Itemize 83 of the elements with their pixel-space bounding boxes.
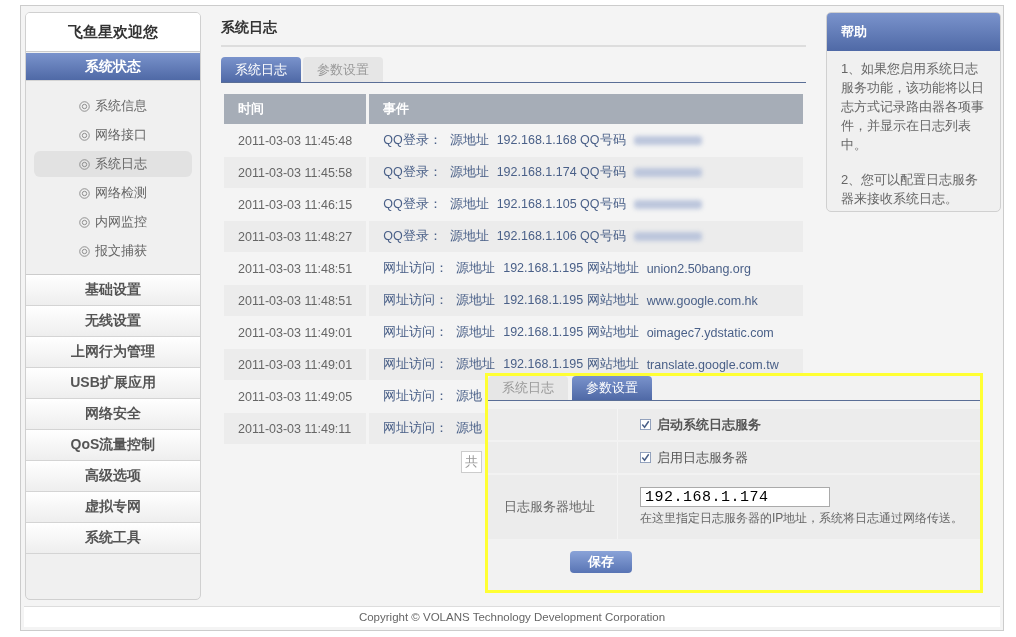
source-label: 源地址 [449, 196, 489, 213]
event-type: QQ登录： [383, 132, 442, 149]
save-button[interactable]: 保存 [570, 551, 632, 573]
table-cell: 2011-03-03 11:45:58 [224, 157, 367, 188]
table-cell-text: 2011-03-03 11:45:48 [237, 132, 354, 150]
menu-section[interactable]: 系统状态 [26, 53, 200, 81]
menu-section[interactable]: USB扩展应用 [26, 368, 200, 399]
tab[interactable]: 系统日志 [221, 57, 301, 82]
menu-section[interactable]: 基础设置 [26, 275, 200, 306]
site-address: union2.50bang.org [646, 261, 751, 276]
menu-section[interactable]: 网络安全 [26, 399, 200, 430]
menu-item[interactable]: 报文捕获 [34, 238, 192, 264]
source-label: 源地址 [449, 228, 489, 245]
hint-text: 在这里指定日志服务器的IP地址，系统将日志通过网络传送。 [640, 510, 965, 527]
checkbox-label: 启动系统日志服务 [657, 415, 761, 434]
field-label: 日志服务器地址 [504, 498, 595, 516]
welcome-title: 飞鱼星欢迎您 [26, 13, 200, 52]
event-type: 网址访问： [383, 420, 449, 437]
menu-section[interactable]: 虚拟专网 [26, 492, 200, 523]
source-label: 源地 [456, 420, 483, 437]
source-label: 源地址 [449, 132, 489, 149]
tab[interactable]: 参数设置 [572, 376, 652, 400]
event-type: QQ登录： [383, 196, 442, 213]
circle-icon [79, 158, 90, 170]
page-title: 系统日志 [221, 12, 806, 47]
checkbox[interactable] [640, 419, 651, 430]
event-type: 网址访问： [383, 356, 449, 373]
menu-item[interactable]: 系统日志 [34, 151, 192, 177]
site-address: www.google.com.hk [646, 293, 758, 308]
event-detail: 192.168.1.195 网站地址 [503, 324, 639, 341]
event-detail: 192.168.1.105 QQ号码 [496, 196, 626, 213]
table-cell-text: 2011-03-03 11:48:51 [237, 260, 354, 278]
event-detail: 192.168.1.168 QQ号码 [496, 132, 626, 149]
event-type: 网址访问： [383, 388, 449, 405]
menu-section[interactable]: 高级选项 [26, 461, 200, 492]
menu-section[interactable]: QoS流量控制 [26, 430, 200, 461]
site-address: oimagec7.ydstatic.com [646, 325, 774, 340]
checkbox-label: 启用日志服务器 [657, 448, 748, 467]
circle-icon [79, 187, 90, 199]
table-cell: 2011-03-03 11:49:01 [224, 349, 367, 380]
menu-section[interactable]: 上网行为管理 [26, 337, 200, 368]
input-field[interactable]: 192.168.1.174 [640, 487, 830, 507]
table-cell: 2011-03-03 11:48:27 [224, 221, 367, 252]
source-label: 源地址 [456, 292, 496, 309]
column-header: 时间 [224, 94, 367, 124]
checkbox[interactable] [640, 452, 651, 463]
circle-icon [79, 245, 90, 257]
circle-icon [79, 129, 90, 141]
event-type: QQ登录： [383, 164, 442, 181]
pager-text: 共 [461, 451, 482, 473]
menu-item[interactable]: 内网监控 [34, 209, 192, 235]
menu-item[interactable]: 网络接口 [34, 122, 192, 148]
copyright-text: Copyright © VOLANS Technology Development Corporation [24, 606, 1000, 627]
event-detail: 192.168.1.195 网站地址 [503, 356, 639, 373]
source-label: 源地址 [456, 324, 496, 341]
table-cell: 2011-03-03 11:48:51 [224, 285, 367, 316]
event-type: QQ登录： [383, 228, 442, 245]
event-type: 网址访问： [383, 292, 449, 309]
table-cell: 2011-03-03 11:49:11 [224, 413, 367, 444]
menu-item[interactable]: 系统信息 [34, 93, 192, 119]
menu-section[interactable]: 无线设置 [26, 306, 200, 337]
table-cell-text: 2011-03-03 11:46:15 [237, 196, 354, 214]
table-cell-text: 2011-03-03 11:49:01 [237, 324, 354, 342]
event-detail: 192.168.1.195 网站地址 [503, 292, 639, 309]
event-detail: 192.168.1.106 QQ号码 [496, 228, 626, 245]
help-text: 1、如果您启用系统日志服务功能，该功能将以日志方式记录路由器各项事件，并显示在日志列表中。 [840, 60, 985, 154]
event-detail: 192.168.1.195 网站地址 [503, 260, 639, 277]
source-label: 源地址 [456, 260, 496, 277]
help-title: 帮助 [827, 13, 1000, 51]
circle-icon [79, 100, 90, 112]
column-header: 事件 [369, 94, 803, 124]
source-label: 源地址 [449, 164, 489, 181]
circle-icon [79, 216, 90, 228]
site-address: translate.google.com.tw [646, 357, 779, 372]
source-label: 源地址 [456, 356, 496, 373]
menu-item[interactable]: 网络检测 [34, 180, 192, 206]
event-detail: 192.168.1.174 QQ号码 [496, 164, 626, 181]
source-label: 源地 [456, 388, 483, 405]
event-type: 网址访问： [383, 260, 449, 277]
menu-section[interactable]: 系统工具 [26, 523, 200, 554]
help-text: 2、您可以配置日志服务器来接收系统日志。 [840, 171, 980, 208]
event-type: 网址访问： [383, 324, 449, 341]
table-cell-text: 2011-03-03 11:49:05 [237, 388, 354, 406]
